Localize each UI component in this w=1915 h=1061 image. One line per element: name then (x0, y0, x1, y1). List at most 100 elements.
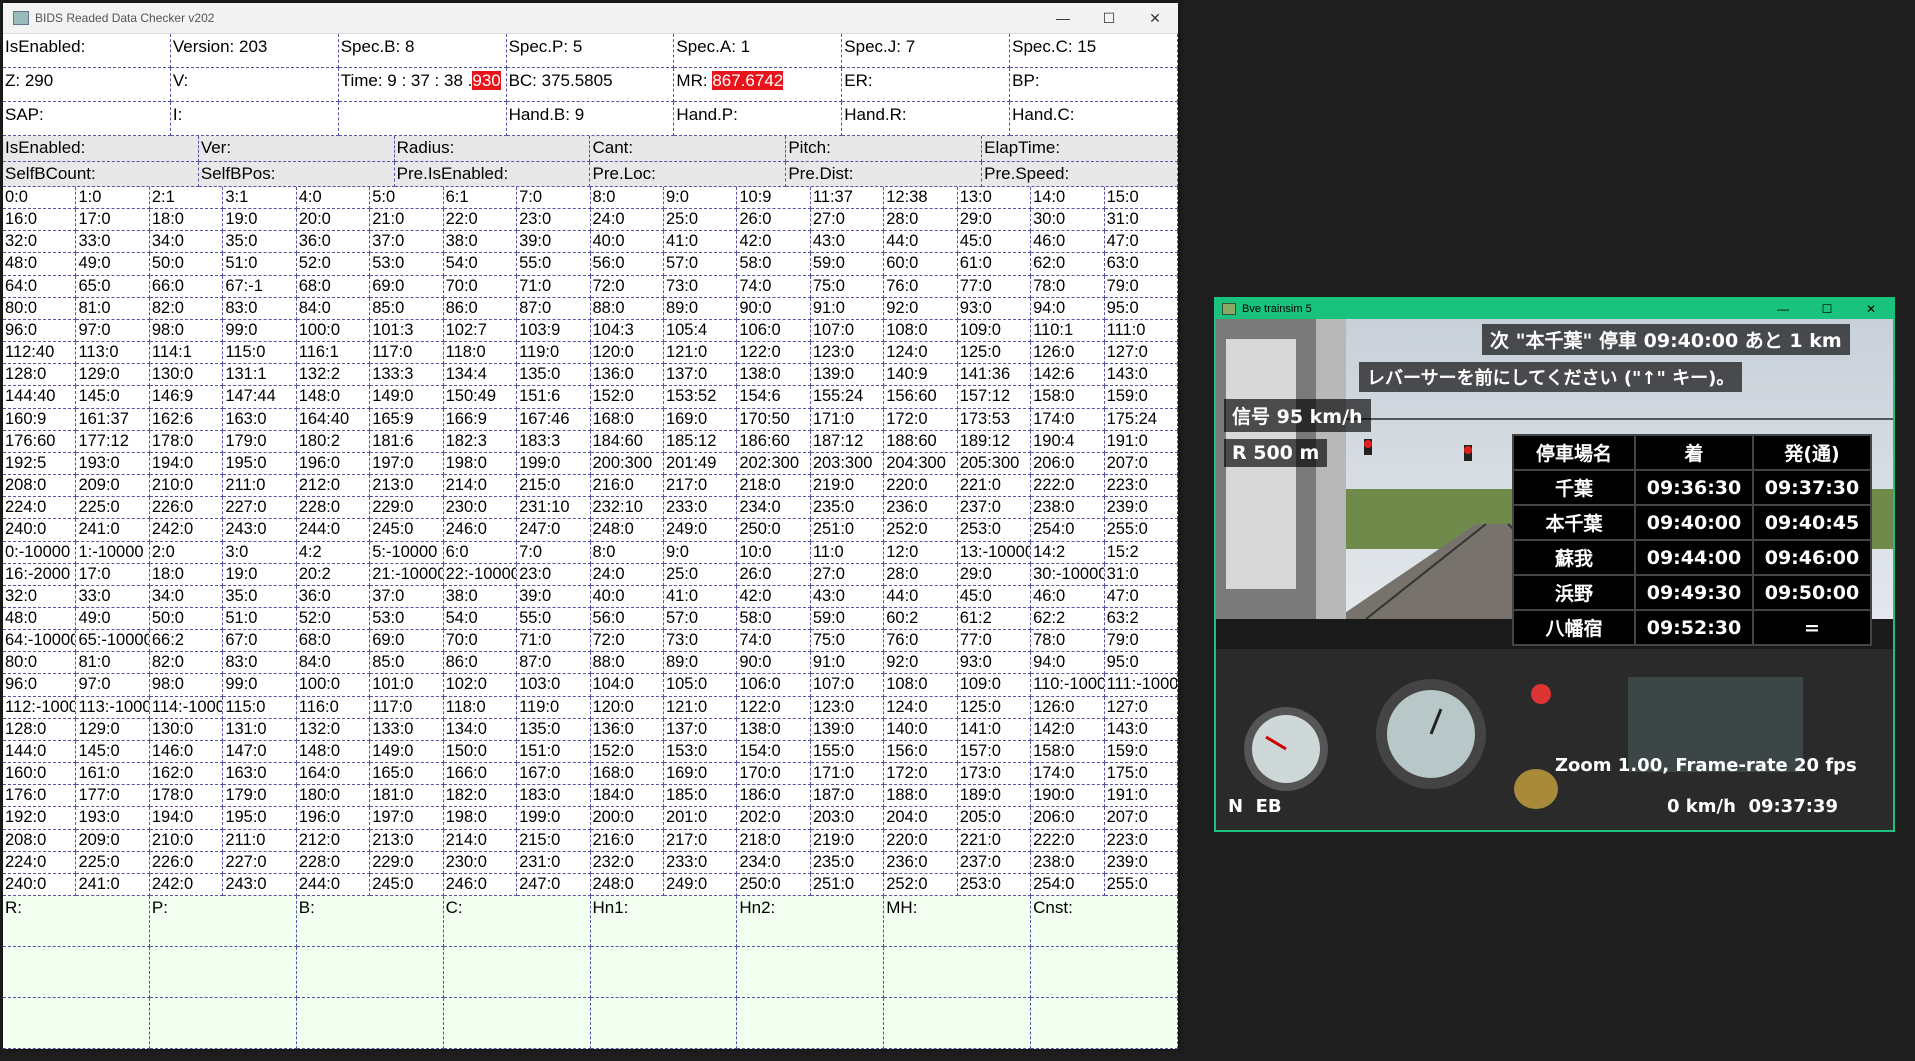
info-cell: Pre.IsEnabled: (394, 161, 591, 187)
speed-time-readout: 0 km/h 09:37:39 (1667, 796, 1838, 817)
state-cell: BC: 375.5805 (506, 68, 675, 102)
panel-cell: 135:0 (517, 364, 591, 387)
sound-cell: 15:2 (1104, 541, 1178, 564)
panel-cell: 72:0 (590, 275, 664, 298)
panel-cell: 35:0 (223, 231, 297, 254)
panel-cell: 220:0 (884, 475, 958, 498)
panel-cell: 176:60 (3, 430, 77, 453)
bve-maximize-button[interactable]: ☐ (1805, 299, 1849, 319)
sound-cell: 91:0 (810, 652, 885, 675)
sound-cell: 127:0 (1104, 696, 1178, 719)
timetable-cell: 千葉 (1512, 469, 1636, 506)
sound-cell: 221:0 (957, 829, 1032, 852)
minimize-button[interactable]: — (1040, 3, 1086, 33)
sound-cell: 98:0 (149, 674, 224, 697)
panel-cell: 75:0 (810, 275, 885, 298)
sound-cell: 168:0 (590, 763, 664, 786)
handle-cell (737, 998, 885, 1049)
zoom-framerate-readout: Zoom 1.00, Frame-rate 20 fps (1555, 755, 1857, 776)
panel-cell: 122:0 (737, 342, 811, 365)
sound-cell: 172:0 (884, 763, 958, 786)
maximize-button[interactable]: ☐ (1086, 3, 1132, 33)
panel-cell: 132:2 (296, 364, 371, 387)
panel-cell: 199:0 (517, 452, 591, 476)
sound-cell: 81:0 (76, 652, 150, 675)
next-stop-banner: 次 "本千葉" 停車 09:40:00 あと 1 km (1482, 324, 1850, 355)
sound-cell: 169:0 (663, 763, 738, 786)
sound-cell: 186:0 (737, 785, 811, 808)
panel-cell: 175:24 (1104, 408, 1178, 431)
panel-cell: 159:0 (1104, 386, 1178, 409)
info-cell: Pre.Speed: (982, 161, 1178, 187)
bve-minimize-button[interactable]: — (1761, 299, 1805, 319)
sound-cell: 220:0 (884, 829, 958, 852)
sound-cell: 159:0 (1104, 740, 1178, 764)
sound-cell: 19:0 (223, 563, 297, 586)
panel-cell: 81:0 (76, 297, 150, 320)
sound-cell: 0:-10000 (3, 541, 77, 564)
panel-cell: 229:0 (370, 497, 444, 520)
panel-cell: 83:0 (223, 297, 297, 320)
panel-cell: 164:40 (296, 408, 371, 431)
panel-cell: 227:0 (223, 497, 297, 520)
panel-cell: 108:0 (884, 319, 958, 343)
panel-cell: 110:1 (1031, 319, 1105, 343)
sound-cell: 23:0 (517, 563, 591, 586)
state-cell: ER: (842, 68, 1011, 102)
panel-cell: 92:0 (884, 297, 958, 320)
sound-cell: 76:0 (884, 630, 958, 653)
panel-cell: 237:0 (957, 497, 1032, 520)
state-label: Z: 290 (5, 71, 54, 90)
bids-titlebar[interactable]: BIDS Readed Data Checker v202 — ☐ ✕ (3, 3, 1178, 34)
panel-cell: 240:0 (3, 519, 77, 542)
cab-view[interactable]: 次 "本千葉" 停車 09:40:00 あと 1 km レバーサーを前にしてくだ… (1216, 319, 1893, 830)
bve-titlebar[interactable]: Bve trainsim 5 — ☐ ✕ (1216, 299, 1893, 319)
state-label: Hand.C: (1012, 105, 1075, 124)
sound-cell: 97:0 (76, 674, 150, 697)
panel-cell: 4:0 (296, 187, 371, 210)
sound-cell: 208:0 (3, 829, 77, 852)
panel-cell: 160:9 (3, 408, 77, 431)
sound-cell: 1:-10000 (76, 541, 150, 564)
panel-cell: 181:6 (370, 430, 444, 453)
panel-cell: 158:0 (1031, 386, 1105, 409)
sound-cell: 112:-10000 (3, 696, 77, 719)
panel-cell: 38:0 (443, 231, 518, 254)
sound-cell: 240:0 (3, 873, 77, 896)
sound-cell: 92:0 (884, 652, 958, 675)
panel-cell: 29:0 (957, 209, 1032, 232)
sound-cell: 34:0 (149, 585, 224, 608)
panel-cell: 178:0 (149, 430, 224, 453)
panel-cell: 34:0 (149, 231, 224, 254)
sound-cell: 25:0 (663, 563, 738, 586)
panel-cell: 100:0 (296, 319, 371, 343)
bve-close-button[interactable]: ✕ (1849, 299, 1893, 319)
close-button[interactable]: ✕ (1132, 3, 1178, 33)
sound-cell: 154:0 (737, 740, 811, 764)
handle-cell: B: (296, 896, 444, 947)
panel-cell: 192:5 (3, 452, 77, 476)
sound-cell: 128:0 (3, 718, 77, 741)
panel-cell: 73:0 (663, 275, 738, 298)
sound-cell: 102:0 (443, 674, 518, 697)
sound-cell: 115:0 (223, 696, 297, 719)
sound-cell: 183:0 (517, 785, 591, 808)
panel-cell: 153:52 (663, 386, 738, 409)
sound-cell: 82:0 (149, 652, 224, 675)
sound-cell: 88:0 (590, 652, 664, 675)
panel-grid: 0:0 1:0 2:1 3:1 4:0 5:0 6:1 7:0 8:0 9:0 10:9 11:37 1… (3, 187, 1178, 542)
panel-cell: 201:49 (663, 452, 738, 476)
sound-cell: 137:0 (663, 718, 738, 741)
panel-cell: 179:0 (223, 430, 297, 453)
sound-cell: 68:0 (296, 630, 371, 653)
handle-cell (1031, 998, 1178, 1049)
panel-cell: 94:0 (1031, 297, 1105, 320)
sound-cell: 243:0 (223, 873, 297, 896)
panel-cell: 118:0 (443, 342, 518, 365)
bve-app-icon (1222, 303, 1236, 315)
panel-cell: 77:0 (957, 275, 1032, 298)
state-label: Spec.A: 1 (676, 37, 751, 56)
sound-cell: 246:0 (443, 873, 518, 896)
sound-cell: 10:0 (737, 541, 811, 564)
sound-cell: 242:0 (149, 873, 224, 896)
